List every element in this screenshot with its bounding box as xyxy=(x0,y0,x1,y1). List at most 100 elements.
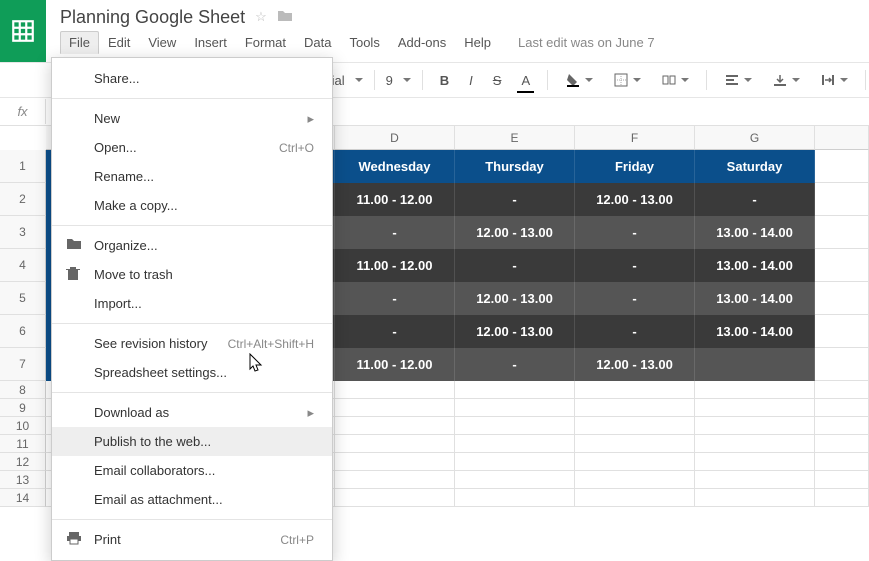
file-publish[interactable]: Publish to the web... xyxy=(52,427,332,456)
cell[interactable] xyxy=(695,435,815,453)
cell[interactable]: 13.00 - 14.00 xyxy=(695,315,815,348)
cell[interactable] xyxy=(815,183,869,216)
strikethrough-button[interactable]: S xyxy=(487,69,508,92)
file-new[interactable]: New▸ xyxy=(52,104,332,133)
cell[interactable] xyxy=(815,471,869,489)
cell[interactable]: 12.00 - 13.00 xyxy=(455,282,575,315)
cell[interactable] xyxy=(695,471,815,489)
cell[interactable] xyxy=(815,435,869,453)
cell[interactable]: - xyxy=(575,315,695,348)
menu-tools[interactable]: Tools xyxy=(340,31,388,54)
file-trash[interactable]: Move to trash xyxy=(52,260,332,289)
cell[interactable]: 12.00 - 13.00 xyxy=(575,348,695,381)
cell[interactable] xyxy=(695,381,815,399)
row-hdr[interactable]: 7 xyxy=(0,348,46,381)
menu-file[interactable]: File xyxy=(60,31,99,54)
cell[interactable] xyxy=(815,150,869,183)
cell[interactable] xyxy=(335,471,455,489)
cell[interactable] xyxy=(815,489,869,507)
cell[interactable]: 11.00 - 12.00 xyxy=(335,348,455,381)
cell[interactable] xyxy=(455,399,575,417)
col-hdr-f[interactable]: F xyxy=(575,126,695,150)
cell[interactable] xyxy=(455,381,575,399)
cell[interactable]: Thursday xyxy=(455,150,575,183)
cell[interactable]: 12.00 - 13.00 xyxy=(455,216,575,249)
row-hdr[interactable]: 9 xyxy=(0,399,46,417)
cell[interactable] xyxy=(575,381,695,399)
row-hdr[interactable]: 11 xyxy=(0,435,46,453)
cell[interactable]: - xyxy=(455,183,575,216)
cell[interactable]: Friday xyxy=(575,150,695,183)
fontsize-select[interactable]: 9 xyxy=(386,73,411,88)
menu-edit[interactable]: Edit xyxy=(99,31,139,54)
valign-button[interactable] xyxy=(766,68,806,92)
col-hdr-g[interactable]: G xyxy=(695,126,815,150)
menu-view[interactable]: View xyxy=(139,31,185,54)
cell[interactable] xyxy=(815,399,869,417)
cell[interactable] xyxy=(695,348,815,381)
cell[interactable] xyxy=(335,399,455,417)
menu-data[interactable]: Data xyxy=(295,31,340,54)
cell[interactable] xyxy=(815,348,869,381)
cell[interactable]: - xyxy=(575,216,695,249)
file-download[interactable]: Download as▸ xyxy=(52,398,332,427)
fillcolor-button[interactable] xyxy=(559,68,599,92)
cell[interactable]: 11.00 - 12.00 xyxy=(335,249,455,282)
cell[interactable] xyxy=(695,453,815,471)
cell[interactable] xyxy=(455,417,575,435)
cell[interactable] xyxy=(575,417,695,435)
cell[interactable]: 12.00 - 13.00 xyxy=(455,315,575,348)
cell[interactable] xyxy=(335,435,455,453)
wrap-button[interactable] xyxy=(814,68,854,92)
cell[interactable]: - xyxy=(455,249,575,282)
col-hdr-d[interactable]: D xyxy=(335,126,455,150)
star-icon[interactable]: ☆ xyxy=(255,9,267,25)
cell[interactable] xyxy=(695,399,815,417)
menu-addons[interactable]: Add-ons xyxy=(389,31,455,54)
cell[interactable] xyxy=(815,417,869,435)
italic-button[interactable]: I xyxy=(463,69,479,92)
cell[interactable] xyxy=(815,453,869,471)
cell[interactable]: Saturday xyxy=(695,150,815,183)
cell[interactable] xyxy=(575,435,695,453)
cell[interactable]: - xyxy=(455,348,575,381)
cell[interactable] xyxy=(815,381,869,399)
cell[interactable]: 13.00 - 14.00 xyxy=(695,216,815,249)
bold-button[interactable]: B xyxy=(434,69,455,92)
file-email-attachment[interactable]: Email as attachment... xyxy=(52,485,332,514)
last-edit-label[interactable]: Last edit was on June 7 xyxy=(518,35,655,50)
cell[interactable]: - xyxy=(575,249,695,282)
row-hdr[interactable]: 13 xyxy=(0,471,46,489)
row-hdr[interactable]: 3 xyxy=(0,216,46,249)
cell[interactable] xyxy=(335,417,455,435)
file-email-collaborators[interactable]: Email collaborators... xyxy=(52,456,332,485)
cell[interactable] xyxy=(575,399,695,417)
halign-button[interactable] xyxy=(718,68,758,92)
menu-help[interactable]: Help xyxy=(455,31,500,54)
cell[interactable]: - xyxy=(335,282,455,315)
merge-button[interactable] xyxy=(655,68,695,92)
menu-format[interactable]: Format xyxy=(236,31,295,54)
cell[interactable]: 13.00 - 14.00 xyxy=(695,282,815,315)
cell[interactable] xyxy=(815,282,869,315)
row-hdr[interactable]: 5 xyxy=(0,282,46,315)
file-import[interactable]: Import... xyxy=(52,289,332,318)
cell[interactable] xyxy=(455,489,575,507)
borders-button[interactable] xyxy=(607,68,647,92)
cell[interactable] xyxy=(695,417,815,435)
cell[interactable] xyxy=(815,249,869,282)
row-hdr[interactable]: 6 xyxy=(0,315,46,348)
menu-insert[interactable]: Insert xyxy=(185,31,236,54)
file-make-copy[interactable]: Make a copy... xyxy=(52,191,332,220)
file-share[interactable]: Share... xyxy=(52,64,332,93)
file-organize[interactable]: Organize... xyxy=(52,231,332,260)
row-hdr[interactable]: 12 xyxy=(0,453,46,471)
cell[interactable]: - xyxy=(575,282,695,315)
cell[interactable]: 12.00 - 13.00 xyxy=(575,183,695,216)
cell[interactable]: - xyxy=(695,183,815,216)
sheets-logo[interactable] xyxy=(0,0,46,62)
cell[interactable]: - xyxy=(335,216,455,249)
textcolor-button[interactable]: A xyxy=(515,69,536,92)
row-hdr[interactable]: 1 xyxy=(0,150,46,183)
cell[interactable] xyxy=(455,471,575,489)
